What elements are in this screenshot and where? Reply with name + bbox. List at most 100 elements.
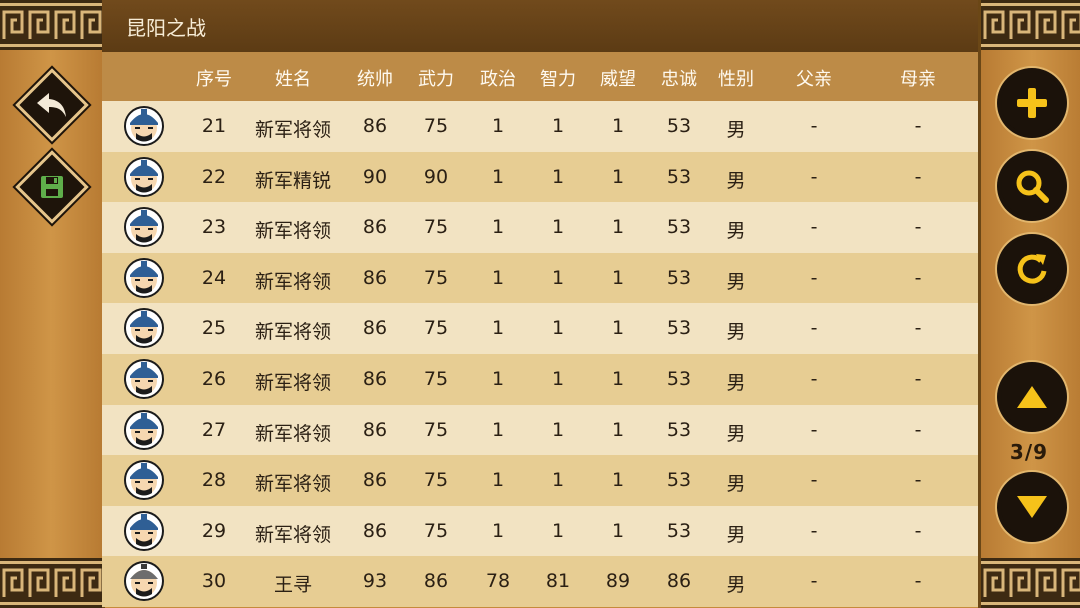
page-indicator: 3/9 [1009,440,1049,464]
cell-prestige: 1 [611,266,625,289]
cell-index: 30 [201,570,227,593]
header-intel: 智力 [540,69,576,90]
cell-politics: 1 [491,216,505,239]
cell-mother: - [914,165,922,188]
save-button[interactable] [15,150,89,224]
page-down-button[interactable] [1001,476,1063,538]
cell-father: - [810,469,818,492]
cell-loyalty: 53 [666,317,692,340]
cell-gender: 男 [726,321,746,344]
header-loyalty: 忠诚 [661,69,697,90]
page-up-button[interactable] [1001,366,1063,428]
fret-pattern-decoration [981,0,1080,50]
cell-mother: - [914,418,922,441]
cell-loyalty: 53 [666,367,692,390]
cell-lead: 86 [362,519,388,542]
cell-intel: 1 [551,216,565,239]
table-row[interactable]: 22 新军精锐 90 90 1 1 1 53 男 - - [102,151,978,203]
header-name: 姓名 [275,69,311,90]
cell-name: 新军将领 [254,422,332,445]
cell-intel: 1 [551,418,565,441]
left-sidebar [0,0,105,608]
back-arrow-icon [37,93,66,117]
cell-loyalty: 53 [666,469,692,492]
header-prestige: 威望 [600,69,636,90]
table-row[interactable]: 28 新军将领 86 75 1 1 1 53 男 - - [102,455,978,506]
cell-name: 新军将领 [254,119,332,141]
cell-father: - [810,519,818,542]
table-row[interactable]: 26 新军将领 86 75 1 1 1 53 男 - - [102,353,978,405]
cell-prestige: 1 [611,519,625,542]
table-row[interactable]: 29 新军将领 86 75 1 1 1 53 男 - - [102,505,978,557]
cell-intel: 1 [551,317,565,340]
back-button[interactable] [15,68,89,142]
cell-gender: 男 [726,371,746,394]
refresh-button[interactable] [1001,238,1063,300]
page-title: 昆阳之战 [126,16,206,40]
cell-force: 75 [423,367,449,390]
cell-gender: 男 [726,270,746,293]
refresh-icon [1017,254,1047,284]
search-button[interactable] [1001,155,1063,217]
cell-politics: 1 [491,469,505,492]
cell-index: 29 [201,519,227,542]
cell-force: 75 [423,519,449,542]
cell-politics: 1 [491,115,505,137]
cell-force: 86 [423,570,449,593]
cell-force: 75 [423,469,449,492]
cell-index: 25 [201,317,227,340]
cell-force: 75 [423,317,449,340]
cell-prestige: 1 [611,469,625,492]
cell-prestige: 1 [611,115,625,137]
cell-father: - [810,266,818,289]
general-table: 序号 姓名 统帅 武力 政治 智力 威望 忠诚 性别 父亲 母亲 21 新军将领 8… [102,52,978,607]
right-sidebar [978,0,1080,608]
cell-name: 新军将领 [254,220,332,243]
cell-force: 75 [423,115,449,137]
cell-mother: - [914,469,922,492]
cell-index: 22 [201,165,227,188]
cell-gender: 男 [726,523,746,546]
cell-prestige: 1 [611,216,625,239]
header-gender: 性别 [718,69,754,90]
cell-father: - [810,165,818,188]
header-father: 父亲 [796,69,832,90]
cell-father: - [810,317,818,340]
header-force: 武力 [418,69,454,90]
header-mother: 母亲 [900,69,936,90]
cell-prestige: 89 [605,570,631,593]
cell-intel: 1 [551,367,565,390]
portrait-avatar [124,308,164,349]
plus-icon [1017,88,1047,118]
table-row[interactable]: 25 新军将领 86 75 1 1 1 53 男 - - [102,303,978,354]
cell-father: - [810,216,818,239]
cell-name: 新军将领 [254,371,332,394]
table-row[interactable]: 24 新军将领 86 75 1 1 1 53 男 - - [102,252,978,304]
cell-politics: 1 [491,519,505,542]
cell-mother: - [914,519,922,542]
search-icon [1016,170,1049,203]
portrait-avatar [124,156,164,197]
portrait-avatar [124,510,164,551]
table-row[interactable]: 21 新军将领 86 75 1 1 1 53 男 - - [102,101,978,152]
cell-index: 27 [201,418,227,441]
title-bar: 昆阳之战 [102,0,978,54]
cell-gender: 男 [726,422,746,445]
cell-name: 新军将领 [254,523,332,546]
cell-loyalty: 53 [666,266,692,289]
cell-politics: 1 [491,165,505,188]
cell-force: 75 [423,418,449,441]
cell-mother: - [914,216,922,239]
cell-lead: 90 [362,165,388,188]
table-row[interactable]: 27 新军将领 86 75 1 1 1 53 男 - - [102,404,978,456]
cell-mother: - [914,266,922,289]
table-row[interactable]: 30 王寻 93 86 78 81 89 86 男 - - [102,556,978,607]
cell-father: - [810,367,818,390]
add-button[interactable] [1001,72,1063,134]
cell-loyalty: 86 [666,570,692,593]
cell-mother: - [914,115,922,137]
fret-pattern-decoration [981,558,1080,608]
table-row[interactable]: 23 新军将领 86 75 1 1 1 53 男 - - [102,202,978,253]
cell-lead: 86 [362,115,388,137]
cell-gender: 男 [726,574,746,597]
